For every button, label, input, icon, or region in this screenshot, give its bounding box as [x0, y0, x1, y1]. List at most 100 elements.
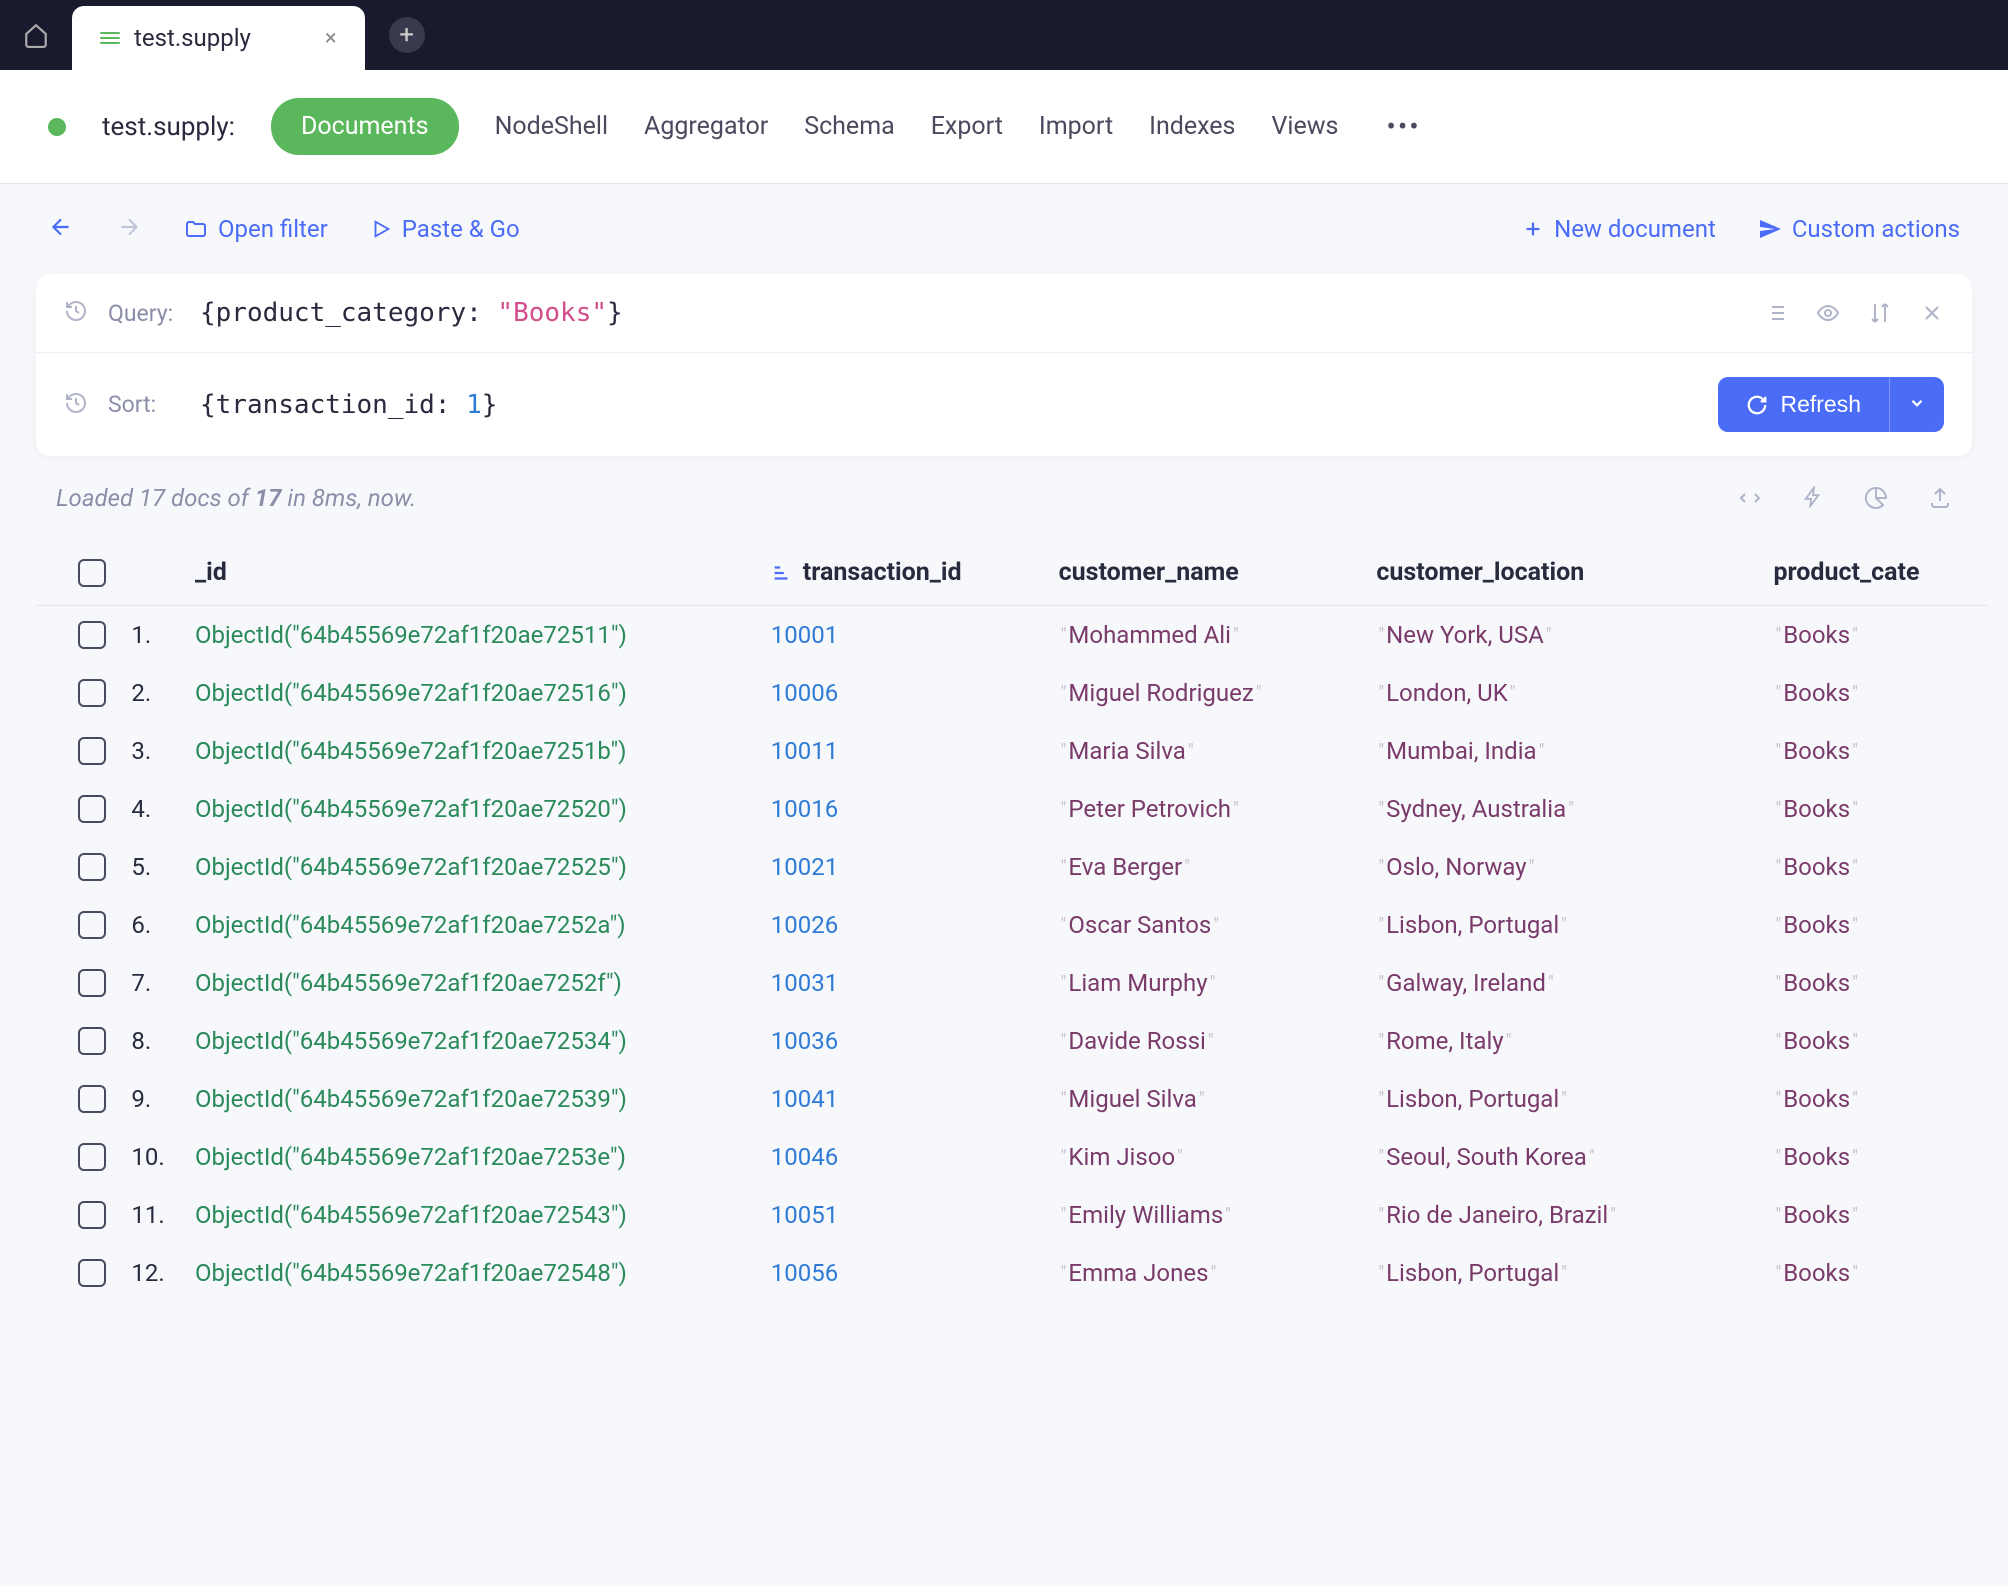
- cell-customer-location[interactable]: "New York, USA": [1376, 621, 1773, 649]
- sort-input[interactable]: {transaction_id: 1}: [200, 390, 1698, 420]
- row-checkbox[interactable]: [78, 969, 106, 997]
- upload-icon[interactable]: [1928, 486, 1952, 510]
- cell-customer-name[interactable]: "Peter Petrovich": [1059, 795, 1377, 823]
- cell-customer-name[interactable]: "Miguel Rodriguez": [1059, 679, 1377, 707]
- history-icon[interactable]: [64, 391, 88, 419]
- cell-objectid[interactable]: ObjectId("64b45569e72af1f20ae7252a"): [195, 911, 771, 939]
- table-row[interactable]: 11.ObjectId("64b45569e72af1f20ae72543")1…: [36, 1186, 1988, 1244]
- cell-objectid[interactable]: ObjectId("64b45569e72af1f20ae72548"): [195, 1259, 771, 1287]
- cell-transaction-id[interactable]: 10041: [771, 1085, 1059, 1113]
- table-row[interactable]: 8.ObjectId("64b45569e72af1f20ae72534")10…: [36, 1012, 1988, 1070]
- cell-transaction-id[interactable]: 10056: [771, 1259, 1059, 1287]
- cell-objectid[interactable]: ObjectId("64b45569e72af1f20ae72539"): [195, 1085, 771, 1113]
- table-row[interactable]: 5.ObjectId("64b45569e72af1f20ae72525")10…: [36, 838, 1988, 896]
- open-filter-button[interactable]: Open filter: [184, 215, 328, 243]
- expand-icon[interactable]: [1738, 486, 1762, 510]
- select-all-checkbox[interactable]: [78, 559, 106, 587]
- refresh-button[interactable]: Refresh: [1718, 377, 1889, 432]
- cell-customer-location[interactable]: "Rome, Italy": [1376, 1027, 1773, 1055]
- row-checkbox[interactable]: [78, 795, 106, 823]
- table-row[interactable]: 6.ObjectId("64b45569e72af1f20ae7252a")10…: [36, 896, 1988, 954]
- cell-transaction-id[interactable]: 10001: [771, 621, 1059, 649]
- cell-product-category[interactable]: "Books": [1773, 1201, 1972, 1229]
- cell-customer-location[interactable]: "Mumbai, India": [1376, 737, 1773, 765]
- row-checkbox[interactable]: [78, 1027, 106, 1055]
- cell-transaction-id[interactable]: 10026: [771, 911, 1059, 939]
- tab-active[interactable]: test.supply ×: [72, 6, 365, 70]
- row-checkbox[interactable]: [78, 1143, 106, 1171]
- cell-customer-name[interactable]: "Oscar Santos": [1059, 911, 1377, 939]
- tab-views[interactable]: Views: [1271, 112, 1338, 141]
- cell-customer-name[interactable]: "Kim Jisoo": [1059, 1143, 1377, 1171]
- home-button[interactable]: [0, 0, 72, 70]
- row-checkbox[interactable]: [78, 737, 106, 765]
- table-row[interactable]: 3.ObjectId("64b45569e72af1f20ae7251b")10…: [36, 722, 1988, 780]
- clear-icon[interactable]: [1920, 301, 1944, 325]
- query-input[interactable]: {product_category: "Books"}: [200, 298, 1744, 328]
- cell-product-category[interactable]: "Books": [1773, 795, 1972, 823]
- cell-transaction-id[interactable]: 10051: [771, 1201, 1059, 1229]
- cell-objectid[interactable]: ObjectId("64b45569e72af1f20ae7251b"): [195, 737, 771, 765]
- cell-customer-name[interactable]: "Eva Berger": [1059, 853, 1377, 881]
- pie-icon[interactable]: [1864, 486, 1888, 510]
- tab-nodeshell[interactable]: NodeShell: [495, 112, 608, 141]
- tab-schema[interactable]: Schema: [804, 112, 894, 141]
- row-checkbox[interactable]: [78, 621, 106, 649]
- cell-transaction-id[interactable]: 10006: [771, 679, 1059, 707]
- cell-product-category[interactable]: "Books": [1773, 621, 1972, 649]
- table-row[interactable]: 9.ObjectId("64b45569e72af1f20ae72539")10…: [36, 1070, 1988, 1128]
- cell-transaction-id[interactable]: 10021: [771, 853, 1059, 881]
- row-checkbox[interactable]: [78, 1085, 106, 1113]
- cell-customer-location[interactable]: "London, UK": [1376, 679, 1773, 707]
- bolt-icon[interactable]: [1802, 486, 1824, 508]
- table-row[interactable]: 4.ObjectId("64b45569e72af1f20ae72520")10…: [36, 780, 1988, 838]
- row-checkbox[interactable]: [78, 911, 106, 939]
- cell-customer-location[interactable]: "Rio de Janeiro, Brazil": [1376, 1201, 1773, 1229]
- cell-customer-name[interactable]: "Emma Jones": [1059, 1259, 1377, 1287]
- table-row[interactable]: 10.ObjectId("64b45569e72af1f20ae7253e")1…: [36, 1128, 1988, 1186]
- more-icon[interactable]: •••: [1386, 110, 1420, 143]
- table-row[interactable]: 12.ObjectId("64b45569e72af1f20ae72548")1…: [36, 1244, 1988, 1302]
- cell-objectid[interactable]: ObjectId("64b45569e72af1f20ae72511"): [195, 621, 771, 649]
- close-icon[interactable]: ×: [325, 26, 337, 51]
- cell-objectid[interactable]: ObjectId("64b45569e72af1f20ae72525"): [195, 853, 771, 881]
- cell-customer-name[interactable]: "Liam Murphy": [1059, 969, 1377, 997]
- tab-aggregator[interactable]: Aggregator: [644, 112, 768, 141]
- cell-transaction-id[interactable]: 10031: [771, 969, 1059, 997]
- cell-customer-location[interactable]: "Galway, Ireland": [1376, 969, 1773, 997]
- column-header-tx[interactable]: transaction_id: [771, 558, 1059, 587]
- cell-objectid[interactable]: ObjectId("64b45569e72af1f20ae7252f"): [195, 969, 771, 997]
- table-row[interactable]: 1.ObjectId("64b45569e72af1f20ae72511")10…: [36, 606, 1988, 664]
- cell-customer-location[interactable]: "Lisbon, Portugal": [1376, 911, 1773, 939]
- column-header-location[interactable]: customer_location: [1376, 558, 1773, 587]
- cell-transaction-id[interactable]: 10046: [771, 1143, 1059, 1171]
- cell-customer-name[interactable]: "Miguel Silva": [1059, 1085, 1377, 1113]
- custom-actions-button[interactable]: Custom actions: [1758, 215, 1960, 243]
- new-document-button[interactable]: New document: [1522, 215, 1716, 243]
- cell-customer-location[interactable]: "Lisbon, Portugal": [1376, 1259, 1773, 1287]
- cell-customer-location[interactable]: "Seoul, South Korea": [1376, 1143, 1773, 1171]
- column-header-category[interactable]: product_cate: [1773, 558, 1972, 587]
- list-icon[interactable]: [1764, 301, 1788, 325]
- cell-objectid[interactable]: ObjectId("64b45569e72af1f20ae7253e"): [195, 1143, 771, 1171]
- row-checkbox[interactable]: [78, 1201, 106, 1229]
- table-row[interactable]: 7.ObjectId("64b45569e72af1f20ae7252f")10…: [36, 954, 1988, 1012]
- cell-transaction-id[interactable]: 10016: [771, 795, 1059, 823]
- cell-product-category[interactable]: "Books": [1773, 1143, 1972, 1171]
- column-header-customer[interactable]: customer_name: [1059, 558, 1377, 587]
- history-icon[interactable]: [64, 299, 88, 327]
- new-tab-button[interactable]: +: [389, 17, 425, 53]
- row-checkbox[interactable]: [78, 679, 106, 707]
- cell-customer-location[interactable]: "Oslo, Norway": [1376, 853, 1773, 881]
- cell-objectid[interactable]: ObjectId("64b45569e72af1f20ae72543"): [195, 1201, 771, 1229]
- cell-product-category[interactable]: "Books": [1773, 1259, 1972, 1287]
- tab-documents[interactable]: Documents: [271, 98, 459, 155]
- row-checkbox[interactable]: [78, 1259, 106, 1287]
- cell-customer-location[interactable]: "Sydney, Australia": [1376, 795, 1773, 823]
- cell-transaction-id[interactable]: 10011: [771, 737, 1059, 765]
- refresh-dropdown[interactable]: [1889, 377, 1944, 432]
- table-row[interactable]: 2.ObjectId("64b45569e72af1f20ae72516")10…: [36, 664, 1988, 722]
- cell-product-category[interactable]: "Books": [1773, 969, 1972, 997]
- cell-product-category[interactable]: "Books": [1773, 679, 1972, 707]
- column-header-id[interactable]: _id: [195, 558, 771, 587]
